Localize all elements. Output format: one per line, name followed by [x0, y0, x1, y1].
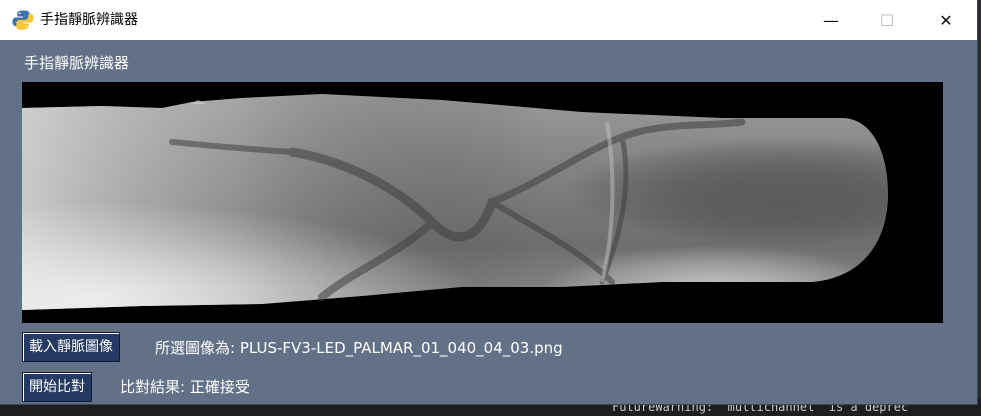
selected-image-label: 所選圖像為: PLUS-FV3-LED_PALMAR_01_040_04_03.…: [155, 339, 563, 357]
title-bar[interactable]: 手指靜脈辨識器 — ☐ ✕: [0, 0, 977, 40]
compare-result-label: 比對結果: 正確接受: [120, 378, 250, 396]
close-button[interactable]: ✕: [917, 0, 975, 40]
python-icon: [12, 9, 34, 31]
page-title: 手指靜脈辨識器: [24, 54, 130, 72]
background-window-edge: [977, 0, 981, 416]
load-image-button[interactable]: 載入靜脈圖像: [22, 332, 120, 362]
finger-vein-image: [22, 94, 888, 310]
maximize-button[interactable]: ☐: [858, 0, 916, 40]
app-window: 手指靜脈辨識器 — ☐ ✕ 手指靜脈辨識器 載入靜脈圖像 所選圖像為: PLUS…: [0, 0, 977, 404]
minimize-button[interactable]: —: [802, 0, 860, 40]
vein-image: [22, 82, 943, 323]
start-compare-button[interactable]: 開始比對: [22, 372, 92, 402]
window-title: 手指靜脈辨識器: [40, 12, 138, 28]
